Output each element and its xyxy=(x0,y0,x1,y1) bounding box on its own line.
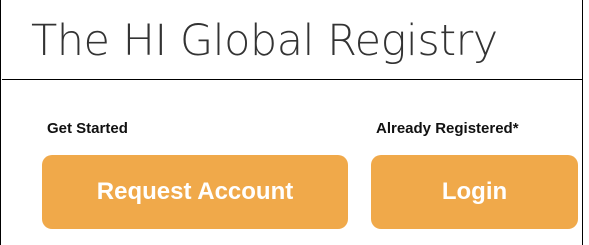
get-started-label: Get Started xyxy=(47,120,128,137)
header-divider xyxy=(2,79,583,80)
already-registered-label: Already Registered* xyxy=(376,120,519,137)
page-title: The HI Global Registry xyxy=(31,16,498,66)
login-button[interactable]: Login xyxy=(371,155,578,229)
request-account-button[interactable]: Request Account xyxy=(42,155,348,229)
registry-panel: The HI Global Registry Get Started Alrea… xyxy=(0,0,583,245)
